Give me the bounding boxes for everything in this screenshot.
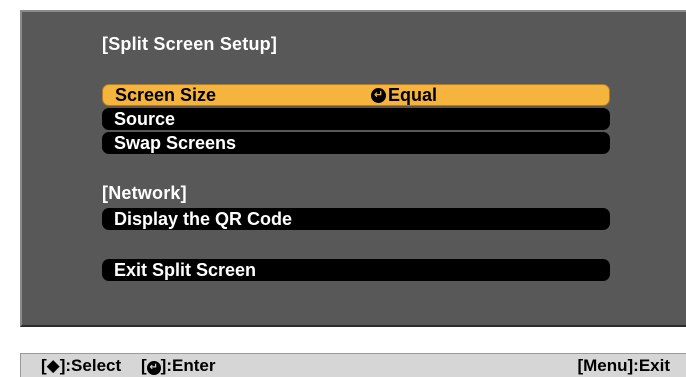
enter-hint-open: [ <box>141 356 147 375</box>
menu-item-screen-size[interactable]: Screen Size ↵ Equal <box>102 84 610 106</box>
enter-arrow-icon: ↵ <box>146 361 161 375</box>
enter-hint-close: ]:Enter <box>160 356 216 375</box>
menu-item-label: Screen Size <box>115 85 217 105</box>
status-bar: [◆]:Select [↵]:Enter [Menu]:Exit <box>20 353 686 377</box>
screen-size-value: ↵ Equal <box>371 85 437 105</box>
menu-item-source[interactable]: Source <box>102 108 610 130</box>
menu-title: [Split Screen Setup] <box>102 34 278 54</box>
menu-item-display-qr-code[interactable]: Display the QR Code <box>102 208 610 230</box>
enter-arrow-icon: ↵ <box>371 87 386 103</box>
screen-size-value-text: Equal <box>388 85 438 105</box>
split-screen-menu-panel: [Split Screen Setup] Screen Size ↵ Equal… <box>20 10 686 327</box>
select-hint: [◆]:Select <box>41 356 122 375</box>
enter-hint: [↵]:Enter <box>141 354 215 377</box>
menu-item-label: Swap Screens <box>114 133 237 153</box>
menu-item-swap-screens[interactable]: Swap Screens <box>102 132 610 154</box>
menu-item-exit-split-screen[interactable]: Exit Split Screen <box>102 259 610 281</box>
menu-item-label: Exit Split Screen <box>114 260 257 280</box>
exit-hint: [Menu]:Exit <box>577 356 670 375</box>
menu-item-label: Display the QR Code <box>114 209 293 229</box>
menu-item-label: Source <box>114 109 176 129</box>
network-section-title: [Network] <box>102 183 187 203</box>
